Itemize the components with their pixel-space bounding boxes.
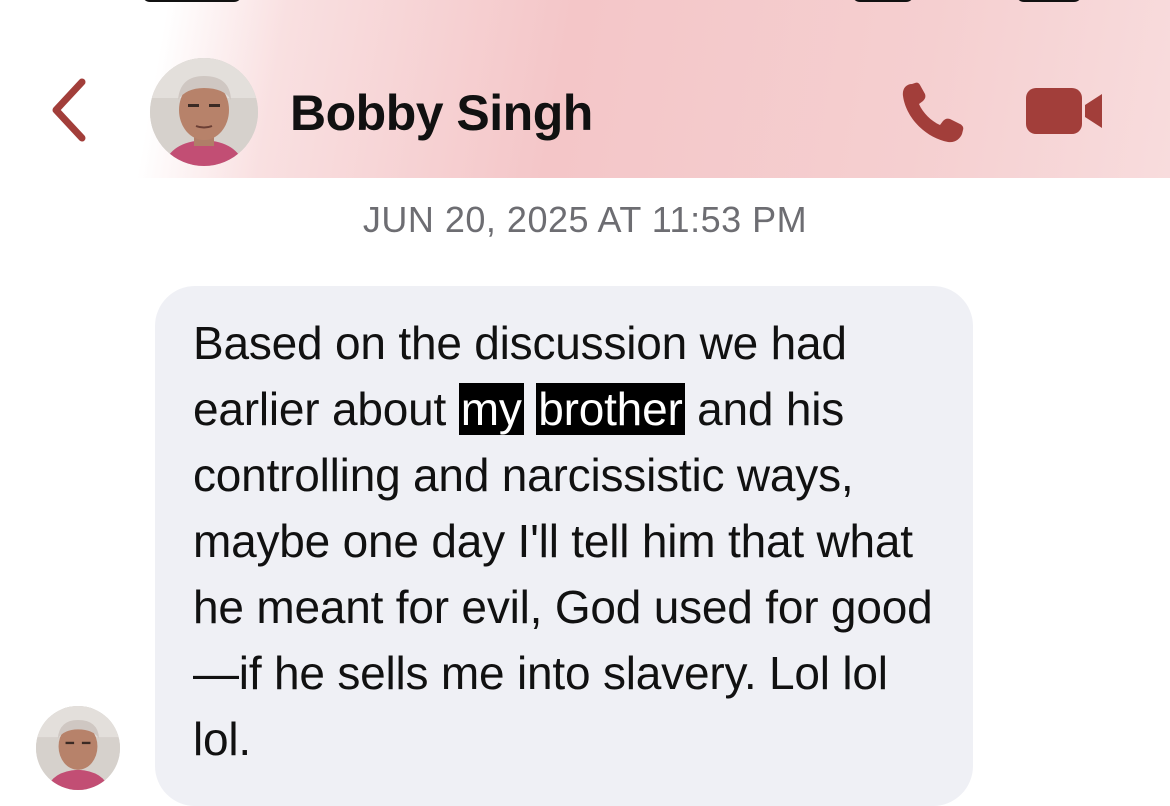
message-text: Based on the discussion we had earlier a… [193,310,953,772]
status-bar-time [142,0,242,2]
message-text-segment: and his controlling and narcissistic way… [193,383,933,765]
highlighted-word: brother [536,383,685,435]
battery-icon [1016,0,1082,2]
avatar-photo [150,58,258,166]
avatar-photo [36,706,120,790]
audio-call-button[interactable] [896,78,970,148]
back-button[interactable] [40,72,100,148]
highlighted-word: my [458,383,524,435]
video-camera-icon [1026,88,1102,134]
chevron-left-icon [52,78,86,142]
video-call-button[interactable] [1022,82,1106,140]
message-text-segment [524,383,537,435]
signal-icon [852,0,914,2]
message-bubble[interactable]: Based on the discussion we had earlier a… [155,286,973,806]
conversation-header: Bobby Singh [0,0,1170,178]
message-timestamp: JUN 20, 2025 AT 11:53 PM [362,199,808,240]
contact-name[interactable]: Bobby Singh [290,83,593,143]
sender-avatar[interactable] [36,706,120,790]
contact-avatar[interactable] [150,58,258,166]
phone-icon [902,82,964,143]
